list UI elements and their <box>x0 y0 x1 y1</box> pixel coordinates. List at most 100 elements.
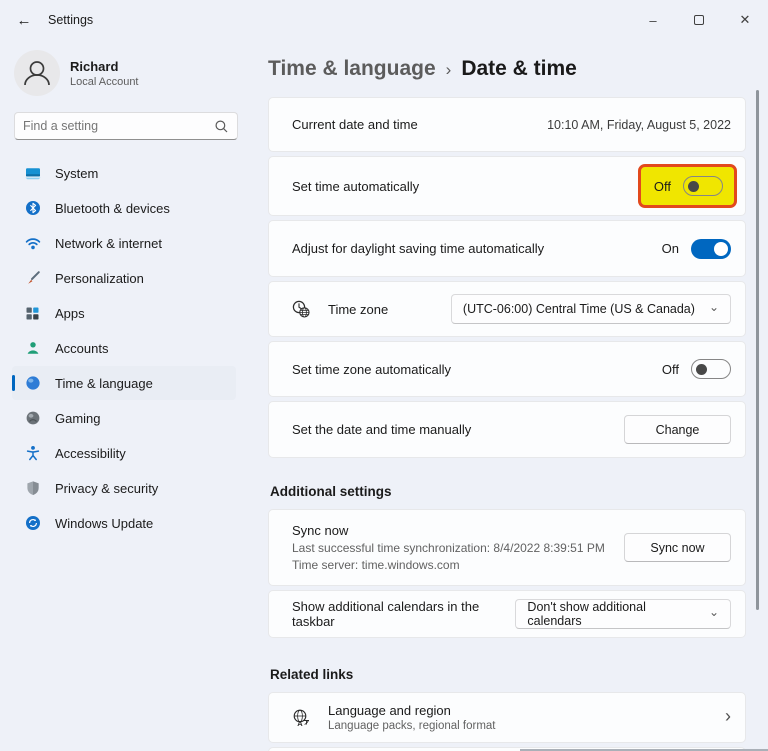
sidebar-item-windows-update[interactable]: Windows Update <box>12 506 236 540</box>
sidebar-item-label: Accounts <box>55 340 109 356</box>
window-controls: – ✕ <box>630 0 768 40</box>
setting-label: Show additional calendars in the taskbar <box>292 599 480 629</box>
card-time-zone: Time zone (UTC-06:00) Central Time (US &… <box>268 281 746 337</box>
wifi-icon <box>24 235 41 252</box>
sidebar-item-personalization[interactable]: Personalization <box>12 261 236 295</box>
related-link-title: Language and region <box>328 703 451 718</box>
change-button[interactable]: Change <box>624 415 731 444</box>
setting-label: Time zone <box>328 301 389 317</box>
daylight-saving-toggle[interactable] <box>691 238 731 259</box>
card-daylight-saving: Adjust for daylight saving time automati… <box>268 220 746 277</box>
back-arrow-icon: ← <box>16 11 32 29</box>
sidebar-item-label: Network & internet <box>55 235 162 251</box>
sidebar: Richard Local Account System <box>0 40 252 751</box>
toggle-state-label: On <box>661 241 679 256</box>
related-link-subtitle: Language packs, regional format <box>328 720 496 732</box>
profile-section[interactable]: Richard Local Account <box>14 50 252 96</box>
back-button[interactable]: ← <box>8 7 40 33</box>
apps-grid-icon <box>24 305 41 322</box>
time-zone-dropdown[interactable]: (UTC-06:00) Central Time (US & Canada) ⌄ <box>450 294 731 324</box>
setting-label: Set time automatically <box>292 178 420 194</box>
sidebar-item-label: Apps <box>55 305 85 321</box>
accounts-person-icon <box>24 340 41 357</box>
sidebar-item-accessibility[interactable]: Accessibility <box>12 436 236 470</box>
breadcrumb: Time & language › Date & time <box>268 52 746 86</box>
set-time-automatically-toggle[interactable] <box>683 176 723 196</box>
section-header-related-links: Related links <box>270 667 354 682</box>
calendars-selected-value: Don't show additional calendars <box>527 600 646 628</box>
time-server-text: Time server: time.windows.com <box>292 558 460 572</box>
close-button[interactable]: ✕ <box>722 0 768 40</box>
setting-label: Set time zone automatically <box>292 361 451 377</box>
sidebar-item-label: Time & language <box>55 375 153 391</box>
sidebar-item-label: Bluetooth & devices <box>55 200 170 216</box>
chevron-down-icon: ⌄ <box>708 605 719 619</box>
sidebar-item-label: Gaming <box>55 410 101 426</box>
maximize-icon <box>694 15 704 25</box>
shield-icon <box>24 480 41 497</box>
profile-name: Richard <box>70 58 119 74</box>
setting-label: Adjust for daylight saving time automati… <box>292 241 545 256</box>
sync-now-title: Sync now <box>292 523 349 538</box>
profile-subtitle: Local Account <box>70 75 139 88</box>
set-timezone-automatically-toggle[interactable] <box>691 359 731 379</box>
sidebar-item-label: Privacy & security <box>55 480 159 496</box>
sidebar-item-gaming[interactable]: Gaming <box>12 401 236 435</box>
card-set-time-automatically: Set time automatically Off <box>268 156 746 216</box>
title-bar: ← Settings – ✕ <box>0 0 768 40</box>
time-zone-selected-value: (UTC-06:00) Central Time (US & Canada) <box>462 302 695 316</box>
page-title: Date & time <box>461 57 577 80</box>
sidebar-item-apps[interactable]: Apps <box>12 296 236 330</box>
system-icon <box>24 165 41 182</box>
avatar <box>14 50 60 96</box>
search-box <box>14 112 238 140</box>
sidebar-item-accounts[interactable]: Accounts <box>12 331 236 365</box>
accessibility-person-icon <box>24 445 41 462</box>
close-icon: ✕ <box>739 12 751 27</box>
minimize-icon: – <box>649 12 657 28</box>
timezone-globe-clock-icon <box>291 299 311 319</box>
sidebar-item-label: Accessibility <box>55 445 126 461</box>
person-icon <box>24 61 50 86</box>
language-region-icon: A <box>291 708 311 728</box>
maximize-button[interactable] <box>676 0 722 40</box>
brush-icon <box>24 270 41 287</box>
sidebar-item-bluetooth-devices[interactable]: Bluetooth & devices <box>12 191 236 225</box>
card-set-timezone-automatically: Set time zone automatically Off <box>268 341 746 397</box>
update-arrows-icon <box>24 515 41 532</box>
sidebar-nav: System Bluetooth & devices Network & int… <box>0 156 252 540</box>
breadcrumb-parent-link[interactable]: Time & language <box>268 57 436 81</box>
chevron-right-icon: › <box>445 60 452 79</box>
app-title: Settings <box>48 13 94 27</box>
setting-label: Set the date and time manually <box>292 422 472 437</box>
search-input[interactable] <box>23 119 214 133</box>
calendars-dropdown[interactable]: Don't show additional calendars ⌄ <box>515 599 731 629</box>
card-additional-calendars: Show additional calendars in the taskbar… <box>268 590 746 638</box>
card-set-datetime-manually: Set the date and time manually Change <box>268 401 746 458</box>
svg-text:A: A <box>297 718 303 727</box>
card-language-region[interactable]: A Language and region Language packs, re… <box>268 692 746 743</box>
toggle-state-label: Off <box>661 361 679 377</box>
sidebar-item-label: Windows Update <box>55 515 154 531</box>
xbox-icon <box>24 410 41 427</box>
sidebar-item-network-internet[interactable]: Network & internet <box>12 226 236 260</box>
main-content: Time & language › Date & time Current da… <box>252 40 768 751</box>
toggle-state-label: Off <box>653 178 671 194</box>
chevron-right-icon: › <box>725 706 731 726</box>
card-sync-now: Sync now Last successful time synchroniz… <box>268 509 746 586</box>
vertical-scrollbar[interactable] <box>756 90 759 610</box>
bluetooth-icon <box>24 200 41 217</box>
sidebar-item-privacy-security[interactable]: Privacy & security <box>12 471 236 505</box>
sidebar-item-label: Personalization <box>55 270 144 286</box>
current-datetime-value: 10:10 AM, Friday, August 5, 2022 <box>547 117 731 132</box>
annotation-highlight-box: Off <box>637 164 737 208</box>
last-sync-text: Last successful time synchronization: 8/… <box>292 541 605 555</box>
sidebar-item-system[interactable]: System <box>12 156 236 190</box>
sidebar-item-label: System <box>55 165 99 181</box>
section-header-additional-settings: Additional settings <box>270 484 392 499</box>
minimize-button[interactable]: – <box>630 0 676 40</box>
sync-now-button[interactable]: Sync now <box>624 533 731 562</box>
sidebar-item-time-language[interactable]: Time & language <box>12 366 236 400</box>
search-icon <box>215 119 228 132</box>
card-current-datetime: Current date and time 10:10 AM, Friday, … <box>268 97 746 152</box>
